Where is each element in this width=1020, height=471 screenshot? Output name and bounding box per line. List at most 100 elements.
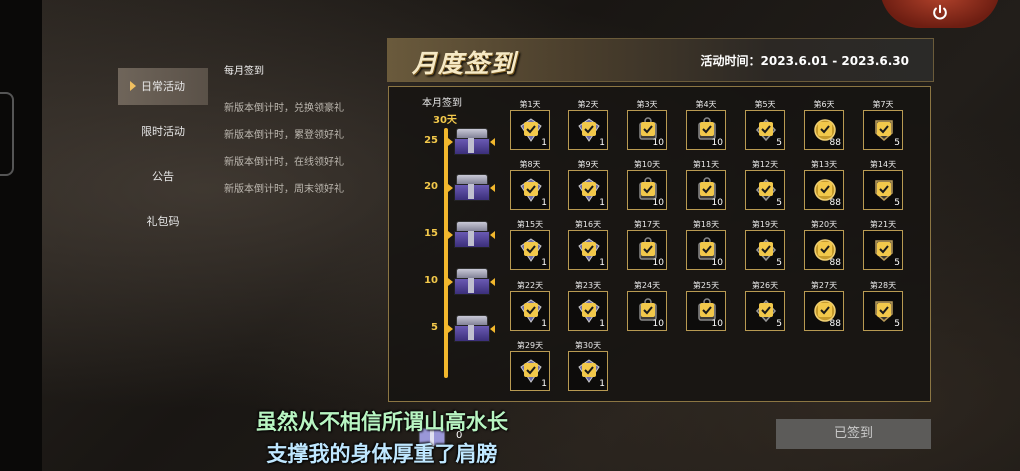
checkmark-icon [641, 303, 655, 317]
reward-qty: 1 [541, 379, 547, 389]
milestone-chest-icon[interactable] [452, 266, 490, 296]
reward-qty: 88 [829, 258, 841, 268]
milestone-marker [490, 138, 495, 146]
back-handle-icon[interactable] [0, 92, 14, 176]
day-reward-slot[interactable]: 10 [627, 170, 667, 210]
checkmark-icon [700, 303, 714, 317]
day-label: 第11天 [692, 160, 720, 169]
menu-item-label: 公告 [152, 170, 174, 183]
milestone-chest-icon[interactable] [452, 172, 490, 202]
day-reward-slot[interactable]: 1 [510, 351, 550, 391]
reward-qty: 10 [711, 138, 723, 148]
power-icon [933, 4, 947, 20]
day-label: 第12天 [751, 160, 779, 169]
reward-qty: 1 [599, 319, 605, 329]
reward-qty: 5 [894, 258, 900, 268]
reward-qty: 88 [829, 138, 841, 148]
day-reward-slot[interactable]: 5 [863, 291, 903, 331]
day-reward-slot[interactable]: 1 [510, 291, 550, 331]
milestone-label: 5 [431, 322, 438, 333]
day-reward-slot[interactable]: 10 [686, 110, 726, 150]
checkmark-icon [582, 122, 596, 136]
reward-qty: 1 [541, 319, 547, 329]
activity-list: 每月签到 新版本倒计时，兑换领豪礼 新版本倒计时，累登领好礼 新版本倒计时，在线… [224, 64, 344, 209]
day-reward-slot[interactable]: 1 [568, 170, 608, 210]
reward-qty: 5 [776, 138, 782, 148]
activity-item-online[interactable]: 新版本倒计时，在线领好礼 [224, 155, 344, 170]
activity-item-monthly-signin[interactable]: 每月签到 [224, 64, 344, 79]
day-label: 第17天 [633, 220, 661, 229]
day-reward-slot[interactable]: 1 [568, 351, 608, 391]
day-reward-slot[interactable]: 88 [804, 110, 844, 150]
milestone-chest-icon[interactable] [452, 313, 490, 343]
day-reward-slot[interactable]: 5 [863, 170, 903, 210]
day-reward-slot[interactable]: 5 [745, 291, 785, 331]
reward-qty: 88 [829, 198, 841, 208]
menu-item-giftcode[interactable]: 礼包码 [118, 203, 208, 240]
day-reward-slot[interactable]: 88 [804, 230, 844, 270]
day-reward-slot[interactable]: 1 [510, 230, 550, 270]
reward-qty: 1 [599, 198, 605, 208]
progress-count: 30天 [433, 115, 457, 126]
checkmark-icon [524, 303, 538, 317]
reward-qty: 1 [541, 198, 547, 208]
milestone-chest-icon[interactable] [452, 219, 490, 249]
day-reward-slot[interactable]: 10 [686, 230, 726, 270]
day-label: 第9天 [577, 160, 599, 169]
day-reward-slot[interactable]: 1 [510, 110, 550, 150]
checkmark-icon [641, 122, 655, 136]
day-reward-slot[interactable]: 1 [568, 110, 608, 150]
day-label: 第4天 [695, 100, 717, 109]
day-reward-slot[interactable]: 10 [627, 110, 667, 150]
day-reward-slot[interactable]: 88 [804, 291, 844, 331]
day-reward-slot[interactable]: 88 [804, 170, 844, 210]
menu-item-label: 限时活动 [141, 125, 185, 138]
day-label: 第20天 [810, 220, 838, 229]
checkmark-icon [641, 242, 655, 256]
day-label: 第27天 [810, 281, 838, 290]
day-label: 第6天 [813, 100, 835, 109]
menu-item-daily[interactable]: 日常活动 [118, 68, 208, 105]
checkmark-icon [700, 122, 714, 136]
day-label: 第7天 [872, 100, 894, 109]
event-title: 月度签到 [412, 49, 517, 78]
activity-item-cumulative-login[interactable]: 新版本倒计时，累登领好礼 [224, 128, 344, 143]
day-reward-slot[interactable]: 10 [686, 170, 726, 210]
checkmark-icon [877, 303, 891, 317]
checkmark-icon [818, 182, 832, 196]
day-reward-slot[interactable]: 10 [686, 291, 726, 331]
checkmark-icon [524, 363, 538, 377]
left-edge-bar [0, 0, 42, 471]
day-reward-slot[interactable]: 10 [627, 230, 667, 270]
reward-qty: 1 [541, 138, 547, 148]
milestone-label: 10 [424, 275, 438, 286]
menu-item-limited[interactable]: 限时活动 [118, 113, 208, 150]
activity-item-weekend[interactable]: 新版本倒计时，周末领好礼 [224, 182, 344, 197]
reward-qty: 10 [652, 138, 664, 148]
checkmark-icon [759, 303, 773, 317]
milestone-marker [490, 231, 495, 239]
reward-qty: 10 [652, 198, 664, 208]
day-reward-slot[interactable]: 10 [627, 291, 667, 331]
activity-item-exchange[interactable]: 新版本倒计时，兑换领豪礼 [224, 101, 344, 116]
day-reward-slot[interactable]: 5 [745, 170, 785, 210]
milestone-chest-icon[interactable] [452, 126, 490, 156]
menu-item-announcement[interactable]: 公告 [118, 158, 208, 195]
day-reward-slot[interactable]: 5 [863, 110, 903, 150]
day-reward-slot[interactable]: 1 [568, 291, 608, 331]
day-label: 第23天 [574, 281, 602, 290]
day-reward-slot[interactable]: 5 [745, 110, 785, 150]
checkmark-icon [582, 363, 596, 377]
day-label: 第8天 [519, 160, 541, 169]
day-label: 第25天 [692, 281, 720, 290]
day-reward-slot[interactable]: 1 [510, 170, 550, 210]
day-reward-slot[interactable]: 5 [745, 230, 785, 270]
menu-item-label: 礼包码 [146, 215, 180, 228]
day-label: 第13天 [810, 160, 838, 169]
day-label: 第24天 [633, 281, 661, 290]
day-label: 第19天 [751, 220, 779, 229]
day-reward-slot[interactable]: 1 [568, 230, 608, 270]
day-reward-slot[interactable]: 5 [863, 230, 903, 270]
day-label: 第3天 [636, 100, 658, 109]
reward-qty: 10 [711, 198, 723, 208]
